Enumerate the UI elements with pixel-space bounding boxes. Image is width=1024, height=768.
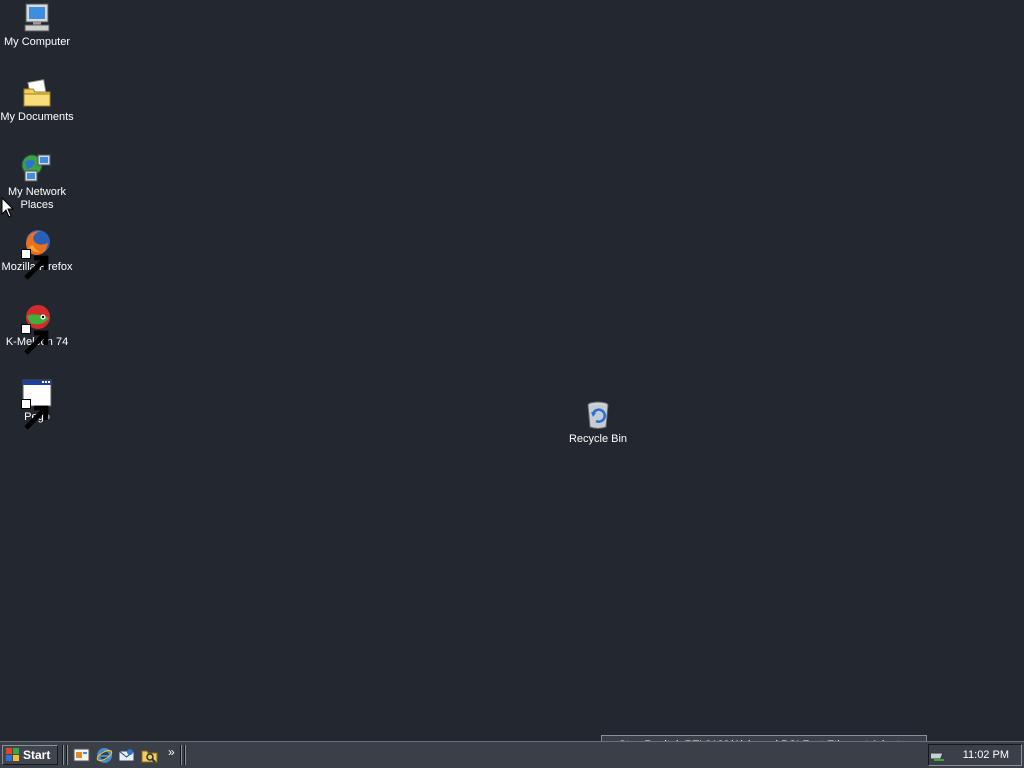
show-desktop-icon[interactable] (73, 747, 90, 764)
internet-explorer-icon[interactable] (96, 747, 113, 764)
desktop-icon-label: My Computer (3, 36, 71, 48)
shortcut-arrow-icon (21, 249, 49, 280)
taskbar-separator (62, 745, 64, 765)
network-places-icon (21, 152, 53, 184)
network-connection-icon[interactable] (931, 747, 947, 763)
my-computer-icon (21, 2, 53, 34)
application-window-icon (21, 377, 53, 430)
desktop-icon-label: Recycle Bin (568, 433, 628, 445)
taskbar-separator (66, 745, 68, 765)
clock[interactable]: 11:02 PM (963, 749, 1009, 761)
windows-explorer-icon[interactable] (141, 747, 158, 764)
desktop-icon-my-computer[interactable]: My Computer (0, 2, 74, 49)
start-label: Start (23, 748, 51, 762)
taskbar-separator (180, 745, 182, 765)
windows-logo-icon (6, 748, 19, 761)
firefox-icon (21, 227, 53, 280)
taskbar-separator (184, 745, 186, 765)
desktop-icon-pego[interactable]: Pego (0, 377, 74, 430)
shortcut-arrow-icon (21, 399, 49, 430)
desktop-icon-label: My Documents (0, 111, 74, 123)
outlook-express-icon[interactable] (118, 747, 135, 764)
desktop-icon-my-documents[interactable]: My Documents (0, 77, 74, 124)
mouse-cursor-icon (1, 197, 15, 218)
desktop-icon-mozilla-firefox[interactable]: Mozilla Firefox (0, 227, 74, 280)
my-documents-icon (21, 77, 53, 109)
desktop-icon-recycle-bin[interactable]: Recycle Bin (561, 399, 635, 446)
desktop-icon-k-meleon[interactable]: K-Meleon 74 (0, 302, 74, 355)
shortcut-arrow-icon (21, 324, 49, 355)
taskbar: Start » 11:02 PM (0, 741, 1024, 768)
k-meleon-icon (21, 302, 53, 355)
quick-launch-more-button[interactable]: » (168, 745, 175, 759)
start-button[interactable]: Start (2, 745, 58, 765)
desktop-icon-label: My Network Places (7, 186, 67, 211)
recycle-bin-icon (582, 399, 614, 431)
system-tray: 11:02 PM (928, 744, 1022, 766)
